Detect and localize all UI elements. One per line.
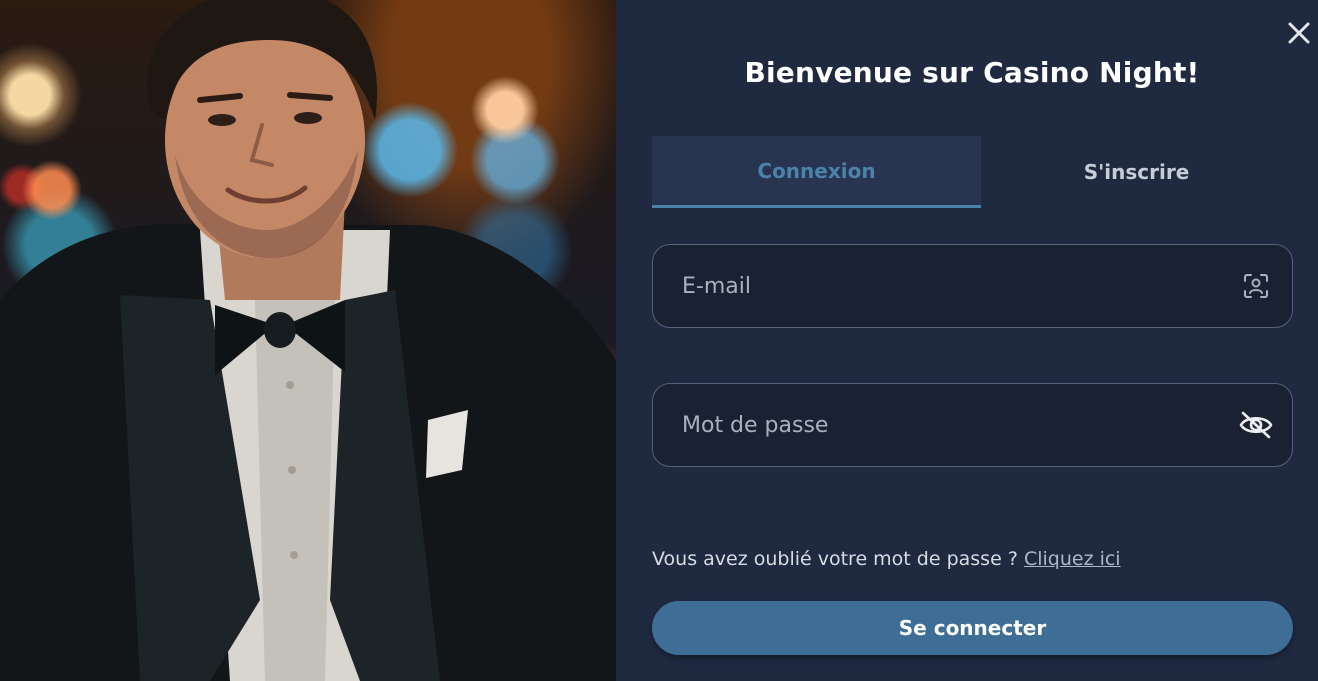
man-in-tuxedo-illustration: [0, 0, 616, 681]
forgot-password-text: Vous avez oublié votre mot de passe ?: [652, 548, 1018, 570]
user-scan-icon: [1236, 266, 1276, 306]
email-field: [652, 244, 1293, 328]
tab-inscrire[interactable]: S'inscrire: [981, 136, 1292, 208]
hero-image: [0, 0, 616, 681]
tab-connexion-label: Connexion: [757, 158, 876, 183]
password-input[interactable]: [682, 384, 1236, 466]
eye-slash-icon[interactable]: [1236, 405, 1276, 445]
modal-title: Bienvenue sur Casino Night!: [744, 56, 1200, 89]
login-panel: [616, 0, 1318, 681]
close-button[interactable]: [1284, 18, 1314, 48]
email-input[interactable]: [682, 245, 1236, 327]
forgot-password-line: Vous avez oublié votre mot de passe ? Cl…: [652, 548, 1121, 570]
tab-inscrire-label: S'inscrire: [1083, 160, 1190, 184]
tab-connexion[interactable]: Connexion: [652, 136, 981, 208]
forgot-password-link[interactable]: Cliquez ici: [1024, 548, 1121, 570]
password-field: [652, 383, 1293, 467]
submit-button[interactable]: Se connecter: [652, 601, 1293, 655]
close-icon: [1288, 22, 1310, 44]
